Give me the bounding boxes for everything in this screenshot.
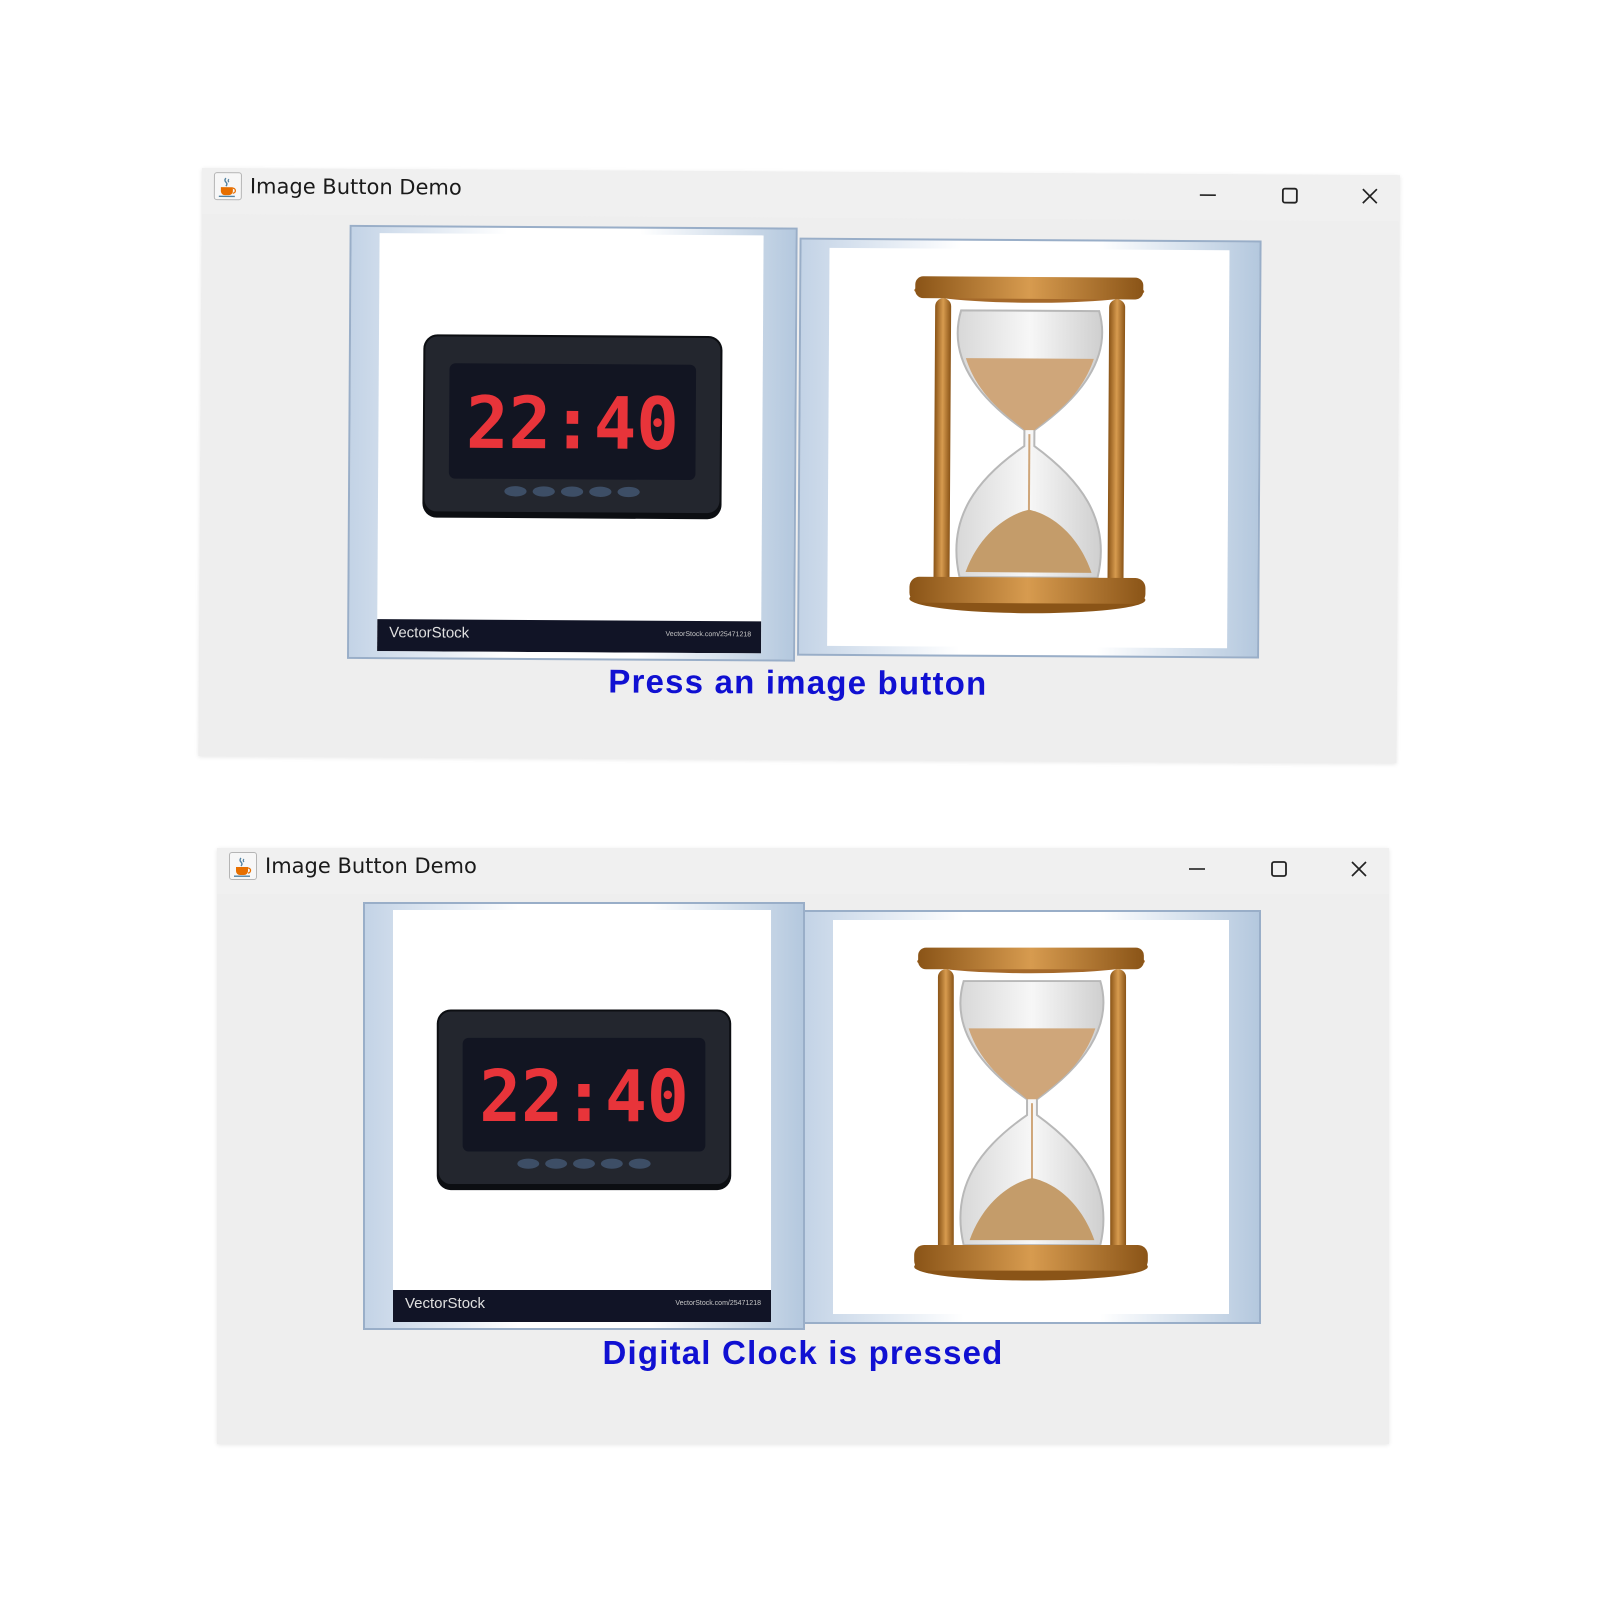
vectorstock-url: VectorStock.com/25471218 — [665, 630, 752, 639]
digital-clock-image: 22:40 VectorStock VectorStock.com/254712… — [393, 910, 771, 1322]
close-button[interactable] — [1350, 181, 1390, 215]
digital-clock-image: 22:40 VectorStock VectorStock.com/254712… — [377, 233, 764, 654]
status-label: Press an image button — [608, 662, 988, 702]
title-bar[interactable]: Image Button Demo — [201, 168, 1400, 222]
window-title: Image Button Demo — [265, 854, 477, 878]
vectorstock-logo: VectorStock — [389, 624, 470, 642]
hourglass-image — [833, 920, 1229, 1314]
digital-clock-image-button[interactable]: 22:40 VectorStock VectorStock.com/254712… — [347, 224, 798, 662]
java-cup-icon[interactable] — [229, 852, 257, 880]
close-button[interactable] — [1339, 854, 1379, 888]
vectorstock-logo: VectorStock — [405, 1295, 486, 1312]
maximize-icon — [1281, 187, 1298, 204]
vectorstock-url: VectorStock.com/25471218 — [675, 1300, 761, 1307]
digital-clock-image-button[interactable]: 22:40 VectorStock VectorStock.com/254712… — [363, 902, 805, 1330]
hourglass-image — [827, 247, 1230, 649]
maximize-button[interactable] — [1270, 181, 1310, 215]
close-icon — [1351, 861, 1367, 877]
minimize-icon — [1189, 868, 1205, 870]
title-bar[interactable]: Image Button Demo — [217, 848, 1389, 894]
status-label: Digital Clock is pressed — [602, 1334, 1004, 1371]
hourglass-image-button[interactable] — [803, 910, 1261, 1324]
vectorstock-watermark-bar: VectorStock VectorStock.com/25471218 — [377, 619, 762, 654]
maximize-button[interactable] — [1259, 854, 1299, 888]
minimize-button[interactable] — [1188, 180, 1228, 214]
java-cup-icon[interactable] — [213, 172, 242, 201]
maximize-icon — [1271, 861, 1287, 877]
window-title: Image Button Demo — [249, 174, 462, 200]
image-button-demo-window: Image Button Demo 22:40 VectorStock Vect… — [198, 168, 1400, 764]
hourglass-image-button[interactable] — [797, 237, 1262, 659]
close-icon — [1362, 188, 1378, 204]
clock-time-text: 22:40 — [479, 1055, 689, 1138]
vectorstock-watermark-bar: VectorStock VectorStock.com/25471218 — [393, 1290, 771, 1322]
image-button-demo-window: Image Button Demo 22:40 VectorStock Vect… — [217, 848, 1389, 1444]
minimize-icon — [1199, 194, 1216, 196]
minimize-button[interactable] — [1177, 854, 1217, 888]
clock-time-text: 22:40 — [466, 381, 679, 466]
